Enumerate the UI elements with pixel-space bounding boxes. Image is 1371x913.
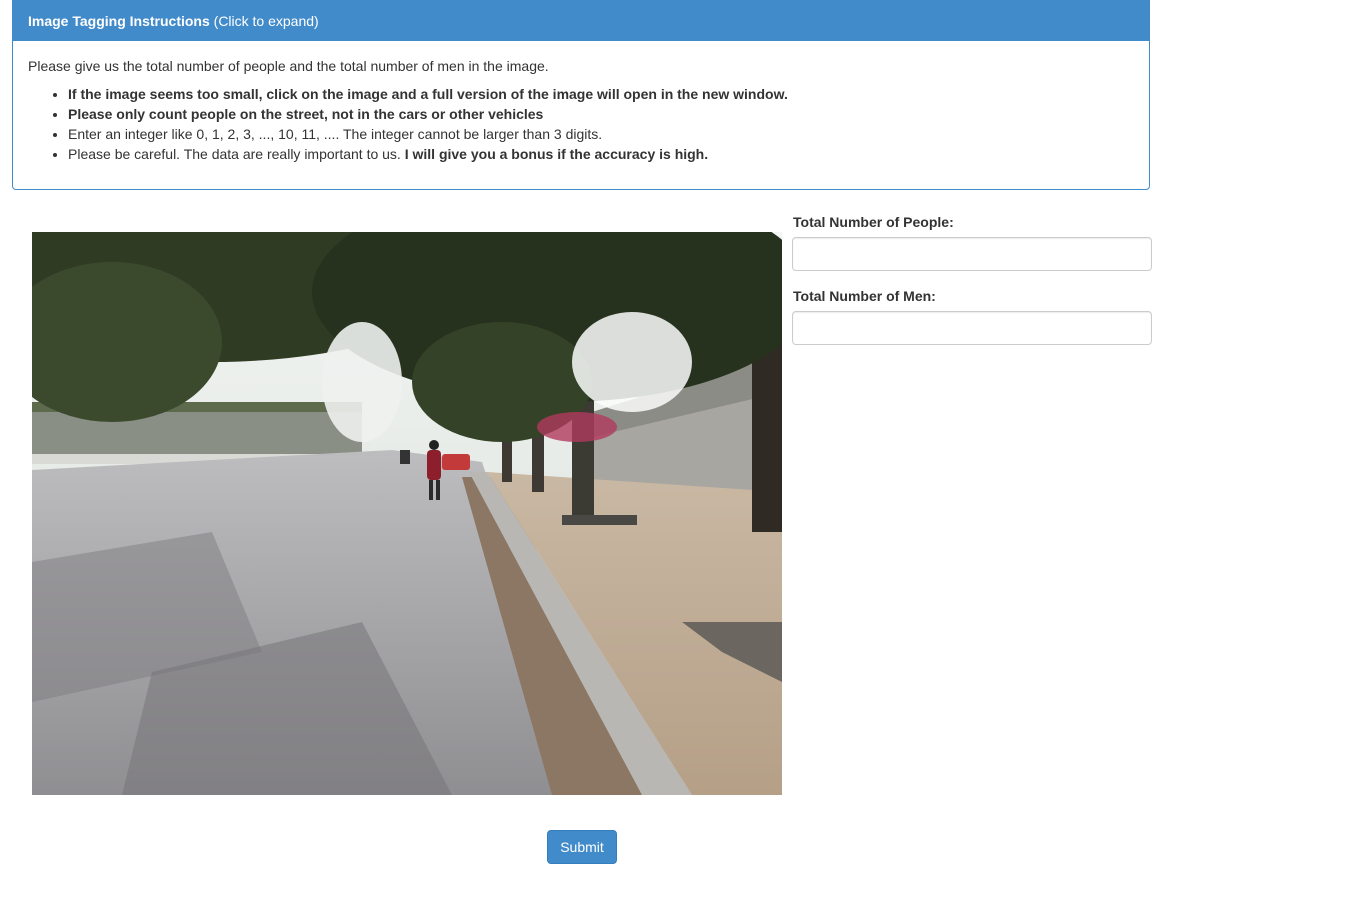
men-field-group: Total Number of Men: <box>792 288 1152 345</box>
instructions-toggle[interactable]: Image Tagging Instructions (Click to exp… <box>13 1 1149 41</box>
instructions-body: Please give us the total number of peopl… <box>13 41 1149 164</box>
instructions-title: Image Tagging Instructions <box>28 13 210 29</box>
men-count-input[interactable] <box>792 311 1152 345</box>
rule-item: Enter an integer like 0, 1, 2, 3, ..., 1… <box>68 124 1134 144</box>
rule-item: Please be careful. The data are really i… <box>68 144 1134 164</box>
people-label: Total Number of People: <box>793 214 954 230</box>
people-count-input[interactable] <box>792 237 1152 271</box>
people-field-group: Total Number of People: <box>792 214 1152 271</box>
rules-list: If the image seems too small, click on t… <box>28 84 1134 164</box>
men-label: Total Number of Men: <box>793 288 936 304</box>
expand-hint: (Click to expand) <box>209 13 319 29</box>
street-photo[interactable] <box>32 232 782 795</box>
bonus-note: I will give you a bonus if the accuracy … <box>404 146 709 162</box>
rule-item-text: Please be careful. The data are really i… <box>68 146 405 162</box>
rule-item: Please only count people on the street, … <box>68 104 1134 124</box>
rule-item: If the image seems too small, click on t… <box>68 84 1134 104</box>
instructions-intro: Please give us the total number of peopl… <box>28 58 549 74</box>
submit-button[interactable]: Submit <box>547 830 617 864</box>
instructions-panel: Image Tagging Instructions (Click to exp… <box>12 0 1150 190</box>
